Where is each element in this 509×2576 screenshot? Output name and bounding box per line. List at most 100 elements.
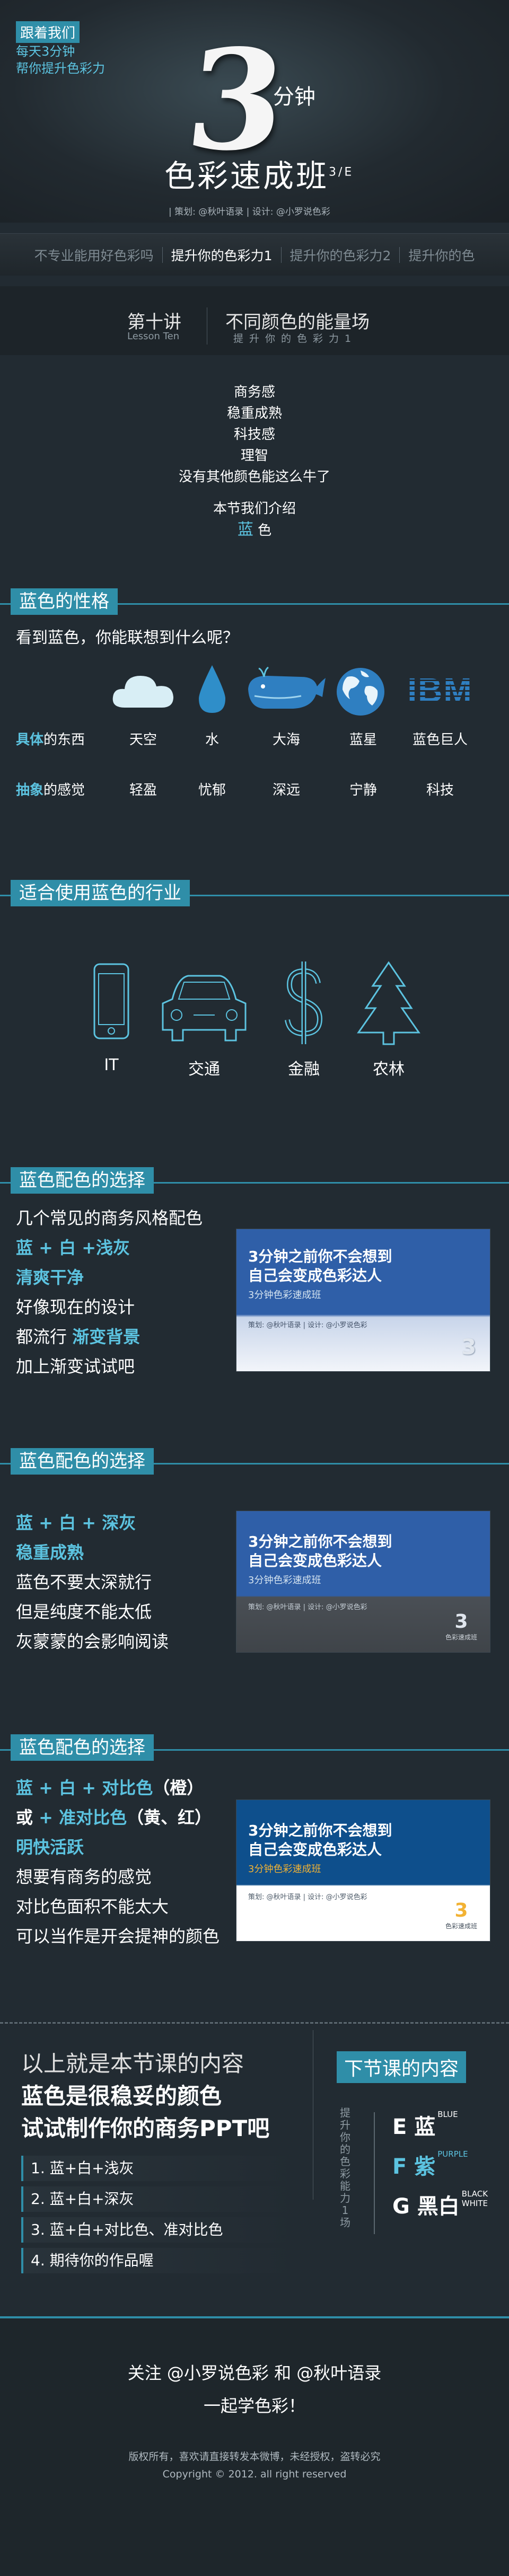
next-item-blue: E 蓝BLUE bbox=[392, 2110, 458, 2140]
scheme-3-line: 可以当作是开会提神的颜色 bbox=[16, 1926, 220, 1946]
concrete-rest: 的东西 bbox=[43, 732, 85, 748]
concrete-highlight: 具体 bbox=[16, 732, 44, 748]
scheme-2-line: 灰蒙蒙的会影响阅读 bbox=[16, 1631, 169, 1652]
slide-logo-icon: 3 bbox=[454, 1900, 468, 1921]
tree-icon bbox=[354, 959, 423, 1049]
footer-copyright-notice: 版权所有，喜欢请直接转发本微博，未经授权，盗转必究 bbox=[128, 2451, 381, 2463]
scheme-3-line: 蓝 + 白 + 对比色（橙） bbox=[16, 1773, 220, 1803]
scheme-3-highlight: 蓝 + 白 + 对比色 bbox=[16, 1778, 153, 1798]
next-item-letter: G bbox=[392, 2194, 410, 2219]
next-item-purple: F 紫PURPLE bbox=[392, 2149, 468, 2180]
nav-item-2-active[interactable]: 提升你的色彩力1 bbox=[169, 245, 275, 264]
nav-separator bbox=[280, 246, 282, 263]
next-item-cn: 蓝 bbox=[414, 2115, 436, 2139]
industry-agriculture: 农林 bbox=[373, 1060, 405, 1079]
follow-badge: 跟着我们 bbox=[16, 21, 80, 43]
hero-title: 色彩速成班3/E bbox=[164, 151, 354, 196]
footer-follow: 关注 @小罗说色彩 和 @秋叶语录 bbox=[127, 2363, 382, 2383]
slide-preview-1: 3分钟之前你不会想到 自己会变成色彩达人 3分钟色彩速成班 策划: @秋叶语录 … bbox=[236, 1229, 490, 1372]
slide-title-line-1: 3分钟之前你不会想到 bbox=[248, 1822, 392, 1839]
lesson-header: 第十讲 Lesson Ten 不同颜色的能量场 提升你的色彩力1 bbox=[0, 286, 509, 355]
footer: 关注 @小罗说色彩 和 @秋叶语录 一起学色彩！ 版权所有，喜欢请直接转发本微博… bbox=[0, 2316, 509, 2576]
scheme-1-line: 几个常见的商务风格配色 bbox=[16, 1208, 203, 1228]
abstract-rest: 的感觉 bbox=[43, 782, 85, 798]
next-item-cn: 黑白 bbox=[417, 2194, 460, 2219]
nav-item-4[interactable]: 提升你的色 bbox=[406, 245, 477, 264]
concrete-sea: 大海 bbox=[272, 732, 300, 748]
intro-line: 稳重成熟 bbox=[226, 405, 282, 421]
next-item-letter: F bbox=[392, 2155, 407, 2179]
dotted-divider bbox=[0, 2022, 509, 2024]
car-icon bbox=[156, 967, 252, 1049]
scheme-2-line: 但是纯度不能太低 bbox=[16, 1602, 152, 1622]
scheme-1-text: 几个常见的商务风格配色 蓝 + 白 +浅灰 清爽干净 好像现在的设计 都流行 渐… bbox=[16, 1203, 203, 1381]
hero-banner: 跟着我们 每天3分钟 帮你提升色彩力 3 分钟 色彩速成班3/E | 策划: @… bbox=[0, 0, 509, 223]
abstract-light: 轻盈 bbox=[129, 782, 157, 798]
scheme-3-line-highlight: 明快活跃 bbox=[16, 1837, 84, 1857]
industry-it: IT bbox=[104, 1056, 119, 1074]
slide-preview-3: 3分钟之前你不会想到 自己会变成色彩达人 3分钟色彩速成班 策划: @秋叶语录 … bbox=[236, 1799, 490, 1942]
lesson-topic: 不同颜色的能量场 bbox=[225, 312, 370, 333]
concrete-water: 水 bbox=[205, 732, 219, 748]
intro-line: 理智 bbox=[240, 448, 268, 464]
section-title-personality: 蓝色的性格 bbox=[11, 588, 118, 615]
abstract-row-label: 抽象的感觉 bbox=[16, 779, 85, 799]
summary-title-3: 试试制作你的商务PPT吧 bbox=[21, 2115, 270, 2141]
intro-color-suffix: 色 bbox=[258, 523, 272, 539]
summary-item: 1. 蓝+白+浅灰 bbox=[21, 2156, 297, 2181]
concrete-planet: 蓝星 bbox=[349, 732, 377, 748]
abstract-calm: 宁静 bbox=[349, 782, 377, 798]
abstract-tech: 科技 bbox=[426, 782, 454, 798]
scheme-2-text: 蓝 + 白 + 深灰 稳重成熟 蓝色不要太深就行 但是纯度不能太低 灰蒙蒙的会影… bbox=[16, 1508, 169, 1656]
slide-badge-text: 色彩速成班 bbox=[445, 1634, 477, 1641]
next-item-en: PURPLE bbox=[437, 2149, 468, 2159]
concrete-ibm: 蓝色巨人 bbox=[412, 732, 468, 748]
slide-title-line-2: 自己会变成色彩达人 bbox=[248, 1267, 382, 1284]
lesson-number: 第十讲 bbox=[127, 312, 181, 333]
lesson-subtitle: 提升你的色彩力1 bbox=[233, 333, 357, 345]
next-lesson-bracket bbox=[374, 2112, 389, 2234]
slide-badge: 3 色彩速成班 bbox=[445, 1900, 477, 1930]
scheme-3-line: 对比色面积不能太大 bbox=[16, 1896, 169, 1917]
next-item-black-white: G 黑白BLACK WHITE bbox=[392, 2189, 499, 2220]
ibm-logo-text: IBM bbox=[400, 671, 480, 710]
nav-separator bbox=[162, 246, 163, 263]
footer-copyright: Copyright © 2012. all right reserved bbox=[162, 2468, 347, 2480]
summary-block: 以上就是本节课的内容 蓝色是很稳妥的颜色 试试制作你的商务PPT吧 1. 蓝+白… bbox=[21, 2046, 297, 2273]
phone-icon bbox=[90, 962, 133, 1044]
hero-title-text: 色彩速成班 bbox=[164, 158, 329, 194]
concrete-sky: 天空 bbox=[129, 732, 157, 748]
cloud-icon bbox=[103, 668, 183, 712]
section-title-scheme-3: 蓝色配色的选择 bbox=[11, 1734, 154, 1761]
scheme-2-line-highlight: 蓝 + 白 + 深灰 bbox=[16, 1513, 136, 1533]
hero-tagline-1: 每天3分钟 bbox=[16, 44, 75, 59]
scheme-2-line-highlight: 稳重成熟 bbox=[16, 1542, 84, 1563]
next-lesson-vertical: 提升你的色彩能力1场 bbox=[340, 2106, 350, 2229]
next-item-en: BLUE bbox=[437, 2110, 458, 2119]
nav-separator bbox=[399, 246, 400, 263]
scheme-3-yellow-red: （黄、红） bbox=[127, 1807, 212, 1828]
industry-transport: 交通 bbox=[188, 1060, 220, 1079]
nav-item-3[interactable]: 提升你的色彩力2 bbox=[288, 245, 393, 264]
intro-color-word: 蓝 bbox=[237, 521, 253, 539]
slide-subtitle: 3分钟色彩速成班 bbox=[248, 1864, 321, 1875]
slide-credit: 策划: @秋叶语录 | 设计: @小罗说色彩 bbox=[248, 1321, 367, 1329]
slide-badge-text: 色彩速成班 bbox=[445, 1922, 477, 1930]
slide-logo-icon: 3 bbox=[461, 1335, 476, 1360]
scheme-1-line-highlight: 渐变背景 bbox=[72, 1327, 141, 1347]
section-title-scheme-2: 蓝色配色的选择 bbox=[11, 1448, 154, 1475]
slide-logo-icon: 3 bbox=[454, 1611, 468, 1633]
next-lesson-title: 下节课的内容 bbox=[337, 2051, 467, 2083]
section-title-industries: 适合使用蓝色的行业 bbox=[11, 880, 190, 906]
slide-preview-2: 3分钟之前你不会想到 自己会变成色彩达人 3分钟色彩速成班 策划: @秋叶语录 … bbox=[236, 1511, 490, 1653]
intro-present: 本节我们介绍 bbox=[213, 501, 296, 517]
scheme-3-line: 或 + 准对比色（黄、红） bbox=[16, 1803, 220, 1832]
hero-title-edition: 3/E bbox=[329, 165, 354, 179]
summary-item: 3. 蓝+白+对比色、准对比色 bbox=[21, 2217, 297, 2243]
slide-credit: 策划: @秋叶语录 | 设计: @小罗说色彩 bbox=[248, 1893, 367, 1901]
intro-line: 科技感 bbox=[233, 427, 275, 443]
nav-item-1[interactable]: 不专业能用好色彩吗 bbox=[32, 245, 156, 264]
lesson-number-en: Lesson Ten bbox=[127, 331, 180, 342]
intro-block: 商务感 稳重成熟 科技感 理智 没有其他颜色能这么牛了 本节我们介绍 蓝 色 bbox=[0, 382, 509, 541]
abstract-melancholy: 忧郁 bbox=[198, 782, 226, 798]
